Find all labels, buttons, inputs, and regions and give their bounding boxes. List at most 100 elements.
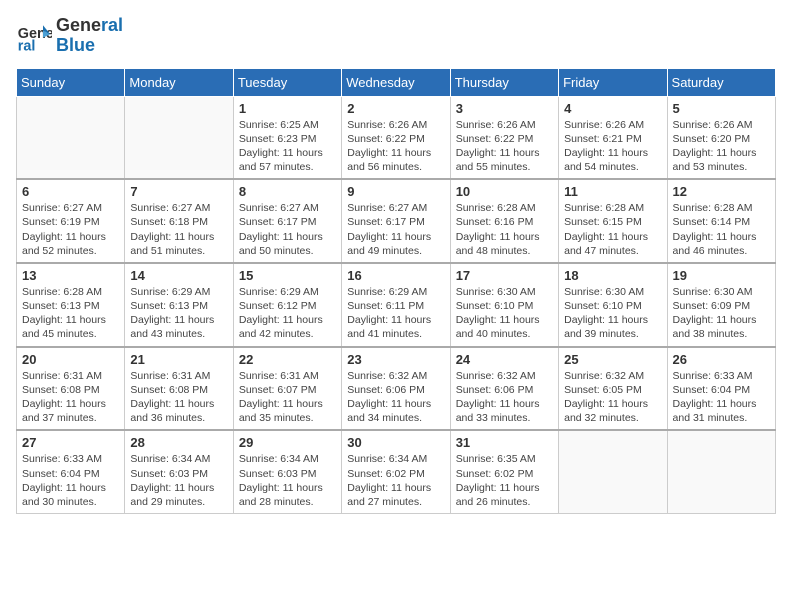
day-number: 25 xyxy=(564,352,661,367)
day-info: Sunrise: 6:25 AM Sunset: 6:23 PM Dayligh… xyxy=(239,118,336,175)
day-number: 4 xyxy=(564,101,661,116)
calendar-cell: 30 Sunrise: 6:34 AM Sunset: 6:02 PM Dayli… xyxy=(342,430,450,513)
calendar-cell: 13 Sunrise: 6:28 AM Sunset: 6:13 PM Dayli… xyxy=(17,263,125,347)
calendar-cell: 7Sunrise: 6:27 AM Sunset: 6:18 PM Daylig… xyxy=(125,179,233,263)
logo-icon: Gene ral xyxy=(16,18,52,54)
day-info: Sunrise: 6:32 AM Sunset: 6:06 PM Dayligh… xyxy=(347,369,444,426)
calendar-cell: 22 Sunrise: 6:31 AM Sunset: 6:07 PM Dayli… xyxy=(233,347,341,431)
day-number: 28 xyxy=(130,435,227,450)
day-number: 21 xyxy=(130,352,227,367)
weekday-header: Monday xyxy=(125,68,233,96)
day-number: 3 xyxy=(456,101,553,116)
calendar-cell: 27 Sunrise: 6:33 AM Sunset: 6:04 PM Dayli… xyxy=(17,430,125,513)
day-number: 24 xyxy=(456,352,553,367)
calendar-cell: 26 Sunrise: 6:33 AM Sunset: 6:04 PM Dayli… xyxy=(667,347,775,431)
day-info: Sunrise: 6:26 AM Sunset: 6:22 PM Dayligh… xyxy=(456,118,553,175)
day-number: 29 xyxy=(239,435,336,450)
weekday-header: Thursday xyxy=(450,68,558,96)
calendar-cell: 8 Sunrise: 6:27 AM Sunset: 6:17 PM Daylig… xyxy=(233,179,341,263)
day-info: Sunrise: 6:27 AM Sunset: 6:17 PM Dayligh… xyxy=(239,201,336,258)
calendar-cell: 5Sunrise: 6:26 AM Sunset: 6:20 PM Daylig… xyxy=(667,96,775,179)
day-info: Sunrise: 6:33 AM Sunset: 6:04 PM Dayligh… xyxy=(673,369,770,426)
day-info: Sunrise: 6:27 AM Sunset: 6:19 PM Dayligh… xyxy=(22,201,119,258)
day-info: Sunrise: 6:28 AM Sunset: 6:15 PM Dayligh… xyxy=(564,201,661,258)
page-header: Gene ral General Blue xyxy=(16,16,776,56)
calendar-cell: 9 Sunrise: 6:27 AM Sunset: 6:17 PM Daylig… xyxy=(342,179,450,263)
calendar-cell: 24Sunrise: 6:32 AM Sunset: 6:06 PM Dayli… xyxy=(450,347,558,431)
day-number: 23 xyxy=(347,352,444,367)
calendar-cell xyxy=(17,96,125,179)
weekday-header: Friday xyxy=(559,68,667,96)
day-number: 6 xyxy=(22,184,119,199)
day-number: 17 xyxy=(456,268,553,283)
calendar-cell: 15 Sunrise: 6:29 AM Sunset: 6:12 PM Dayli… xyxy=(233,263,341,347)
weekday-header: Tuesday xyxy=(233,68,341,96)
day-info: Sunrise: 6:31 AM Sunset: 6:08 PM Dayligh… xyxy=(130,369,227,426)
calendar-cell: 17 Sunrise: 6:30 AM Sunset: 6:10 PM Dayli… xyxy=(450,263,558,347)
day-number: 16 xyxy=(347,268,444,283)
weekday-header: Saturday xyxy=(667,68,775,96)
weekday-header: Sunday xyxy=(17,68,125,96)
day-info: Sunrise: 6:28 AM Sunset: 6:14 PM Dayligh… xyxy=(673,201,770,258)
calendar-cell: 1 Sunrise: 6:25 AM Sunset: 6:23 PM Daylig… xyxy=(233,96,341,179)
day-number: 31 xyxy=(456,435,553,450)
day-info: Sunrise: 6:29 AM Sunset: 6:11 PM Dayligh… xyxy=(347,285,444,342)
day-number: 2 xyxy=(347,101,444,116)
day-info: Sunrise: 6:33 AM Sunset: 6:04 PM Dayligh… xyxy=(22,452,119,509)
day-info: Sunrise: 6:29 AM Sunset: 6:12 PM Dayligh… xyxy=(239,285,336,342)
day-info: Sunrise: 6:31 AM Sunset: 6:08 PM Dayligh… xyxy=(22,369,119,426)
calendar-cell: 23 Sunrise: 6:32 AM Sunset: 6:06 PM Dayli… xyxy=(342,347,450,431)
calendar-cell xyxy=(667,430,775,513)
day-info: Sunrise: 6:27 AM Sunset: 6:17 PM Dayligh… xyxy=(347,201,444,258)
day-info: Sunrise: 6:26 AM Sunset: 6:20 PM Dayligh… xyxy=(673,118,770,175)
day-number: 14 xyxy=(130,268,227,283)
day-number: 22 xyxy=(239,352,336,367)
calendar-cell: 25Sunrise: 6:32 AM Sunset: 6:05 PM Dayli… xyxy=(559,347,667,431)
calendar-cell: 29Sunrise: 6:34 AM Sunset: 6:03 PM Dayli… xyxy=(233,430,341,513)
day-info: Sunrise: 6:28 AM Sunset: 6:13 PM Dayligh… xyxy=(22,285,119,342)
logo-text: General Blue xyxy=(56,16,123,56)
calendar-cell: 3 Sunrise: 6:26 AM Sunset: 6:22 PM Daylig… xyxy=(450,96,558,179)
day-number: 30 xyxy=(347,435,444,450)
calendar-cell: 11 Sunrise: 6:28 AM Sunset: 6:15 PM Dayli… xyxy=(559,179,667,263)
calendar-cell: 31 Sunrise: 6:35 AM Sunset: 6:02 PM Dayli… xyxy=(450,430,558,513)
logo: Gene ral General Blue xyxy=(16,16,123,56)
calendar-cell: 20 Sunrise: 6:31 AM Sunset: 6:08 PM Dayli… xyxy=(17,347,125,431)
day-number: 13 xyxy=(22,268,119,283)
calendar-cell: 28 Sunrise: 6:34 AM Sunset: 6:03 PM Dayli… xyxy=(125,430,233,513)
day-info: Sunrise: 6:26 AM Sunset: 6:22 PM Dayligh… xyxy=(347,118,444,175)
day-number: 15 xyxy=(239,268,336,283)
day-info: Sunrise: 6:35 AM Sunset: 6:02 PM Dayligh… xyxy=(456,452,553,509)
day-number: 12 xyxy=(673,184,770,199)
calendar-cell: 21 Sunrise: 6:31 AM Sunset: 6:08 PM Dayli… xyxy=(125,347,233,431)
day-number: 1 xyxy=(239,101,336,116)
day-number: 20 xyxy=(22,352,119,367)
day-info: Sunrise: 6:30 AM Sunset: 6:10 PM Dayligh… xyxy=(456,285,553,342)
day-info: Sunrise: 6:30 AM Sunset: 6:10 PM Dayligh… xyxy=(564,285,661,342)
day-number: 10 xyxy=(456,184,553,199)
weekday-header: Wednesday xyxy=(342,68,450,96)
day-info: Sunrise: 6:27 AM Sunset: 6:18 PM Dayligh… xyxy=(130,201,227,258)
calendar-cell xyxy=(559,430,667,513)
calendar-cell: 16 Sunrise: 6:29 AM Sunset: 6:11 PM Dayli… xyxy=(342,263,450,347)
calendar-cell: 2 Sunrise: 6:26 AM Sunset: 6:22 PM Daylig… xyxy=(342,96,450,179)
calendar-cell xyxy=(125,96,233,179)
day-number: 8 xyxy=(239,184,336,199)
calendar-cell: 19 Sunrise: 6:30 AM Sunset: 6:09 PM Dayli… xyxy=(667,263,775,347)
calendar-cell: 10 Sunrise: 6:28 AM Sunset: 6:16 PM Dayli… xyxy=(450,179,558,263)
calendar-table: SundayMondayTuesdayWednesdayThursdayFrid… xyxy=(16,68,776,514)
day-number: 26 xyxy=(673,352,770,367)
day-info: Sunrise: 6:34 AM Sunset: 6:03 PM Dayligh… xyxy=(130,452,227,509)
day-info: Sunrise: 6:28 AM Sunset: 6:16 PM Dayligh… xyxy=(456,201,553,258)
day-info: Sunrise: 6:34 AM Sunset: 6:02 PM Dayligh… xyxy=(347,452,444,509)
day-info: Sunrise: 6:30 AM Sunset: 6:09 PM Dayligh… xyxy=(673,285,770,342)
day-number: 9 xyxy=(347,184,444,199)
calendar-cell: 14 Sunrise: 6:29 AM Sunset: 6:13 PM Dayli… xyxy=(125,263,233,347)
day-number: 19 xyxy=(673,268,770,283)
day-info: Sunrise: 6:29 AM Sunset: 6:13 PM Dayligh… xyxy=(130,285,227,342)
day-number: 11 xyxy=(564,184,661,199)
day-number: 18 xyxy=(564,268,661,283)
day-number: 27 xyxy=(22,435,119,450)
day-info: Sunrise: 6:31 AM Sunset: 6:07 PM Dayligh… xyxy=(239,369,336,426)
svg-text:ral: ral xyxy=(18,38,36,54)
